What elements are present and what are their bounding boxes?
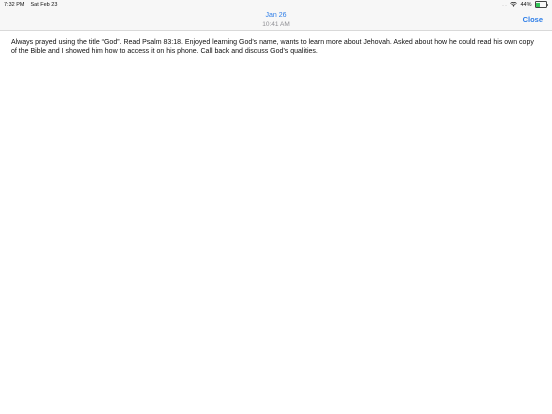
battery-percent: 44%: [520, 1, 532, 8]
cellular-signal-icon: ....: [501, 2, 508, 7]
nav-time: 10:41 AM: [262, 21, 290, 28]
note-text[interactable]: Always prayed using the title “God”. Rea…: [11, 38, 541, 56]
battery-icon: [534, 1, 548, 8]
status-time: 7:32 PM: [4, 2, 25, 8]
navigation-bar: Jan 26 10:41 AM Close: [0, 9, 552, 31]
status-bar: 7:32 PM Sat Feb 23 .... 44%: [0, 0, 552, 9]
battery-body: [534, 1, 547, 8]
status-left: 7:32 PM Sat Feb 23: [4, 2, 57, 8]
status-date: Sat Feb 23: [30, 2, 58, 8]
wifi-icon: [510, 2, 518, 7]
battery-cap: [547, 3, 548, 6]
note-content: Always prayed using the title “God”. Rea…: [11, 38, 541, 56]
close-button[interactable]: Close: [523, 15, 543, 24]
battery-fill: [536, 2, 540, 7]
nav-date: Jan 26: [265, 12, 287, 19]
nav-title: Jan 26 10:41 AM: [0, 12, 552, 29]
screen: 7:32 PM Sat Feb 23 .... 44% Jan 26 10:41…: [0, 0, 552, 414]
status-right: .... 44%: [502, 1, 548, 8]
